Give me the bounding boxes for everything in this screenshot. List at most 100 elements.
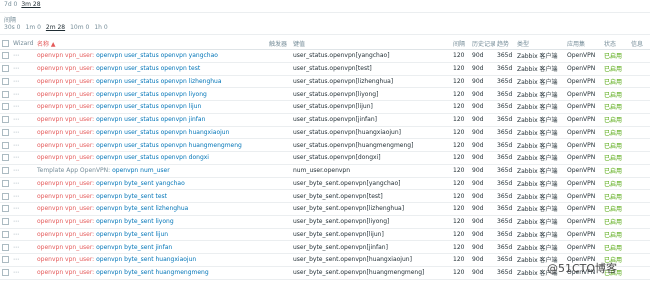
row-menu-button[interactable]: ⋯ (11, 189, 35, 203)
item-name-link[interactable]: openvpn byte_sent lizhenghua (96, 205, 188, 212)
item-name-link[interactable]: openvpn byte_sent yangchao (96, 180, 185, 187)
status-enabled[interactable]: 已启用 (604, 181, 622, 188)
row-menu-button[interactable]: ⋯ (11, 151, 35, 165)
item-name-link[interactable]: openvpn user_status openvpn liyong (96, 91, 207, 98)
status-enabled[interactable]: 已启用 (604, 92, 622, 99)
item-host-link[interactable]: openvpn vpn_user: (37, 154, 94, 161)
filter-option[interactable]: 2m 28 (46, 24, 65, 31)
item-status-link[interactable]: 已启用 (602, 215, 629, 229)
row-checkbox[interactable] (0, 62, 11, 76)
item-status-link[interactable]: 已启用 (602, 62, 629, 76)
row-menu-button[interactable]: ⋯ (11, 202, 35, 216)
item-host-link[interactable]: openvpn vpn_user: (37, 142, 94, 149)
column-history[interactable]: 历史记录 (470, 38, 495, 50)
item-host-link[interactable]: openvpn vpn_user: (37, 269, 94, 276)
status-enabled[interactable]: 已启用 (604, 232, 622, 239)
item-host-link[interactable]: openvpn vpn_user: (37, 65, 94, 72)
item-status-link[interactable]: 已启用 (602, 113, 629, 127)
item-name-link[interactable]: openvpn byte_sent huangmengmeng (96, 269, 209, 276)
row-menu-button[interactable]: ⋯ (11, 138, 35, 152)
item-name-link[interactable]: openvpn user_status openvpn huangxiaojun (96, 129, 229, 136)
item-host-link[interactable]: openvpn vpn_user: (37, 78, 94, 85)
item-status-link[interactable]: 已启用 (602, 138, 629, 152)
row-menu-button[interactable]: ⋯ (11, 177, 35, 191)
filter-option[interactable]: 1m 0 (26, 24, 41, 31)
item-name-link[interactable]: openvpn user_status openvpn lizhenghua (96, 78, 221, 85)
status-enabled[interactable]: 已启用 (604, 117, 622, 124)
column-type[interactable]: 类型 (515, 38, 565, 50)
item-name-link[interactable]: openvpn byte_sent jinfan (96, 244, 172, 251)
column-triggers[interactable]: 触发器 (267, 38, 291, 50)
status-enabled[interactable]: 已启用 (604, 194, 622, 201)
status-enabled[interactable]: 已启用 (604, 66, 622, 73)
row-checkbox[interactable] (0, 177, 11, 191)
item-host-link[interactable]: openvpn vpn_user: (37, 205, 94, 212)
status-enabled[interactable]: 已启用 (604, 206, 622, 213)
row-checkbox[interactable] (0, 164, 11, 178)
row-menu-button[interactable]: ⋯ (11, 253, 35, 267)
item-host-link[interactable]: openvpn vpn_user: (37, 218, 94, 225)
row-menu-button[interactable]: ⋯ (11, 100, 35, 114)
filter-option[interactable]: 1h 0 (94, 24, 107, 31)
status-enabled[interactable]: 已启用 (604, 168, 622, 175)
status-enabled[interactable]: 已启用 (604, 79, 622, 86)
row-checkbox[interactable] (0, 87, 11, 101)
item-status-link[interactable]: 已启用 (602, 151, 629, 165)
row-checkbox[interactable] (0, 49, 11, 63)
select-all-checkbox[interactable] (0, 38, 11, 50)
row-menu-button[interactable]: ⋯ (11, 113, 35, 127)
item-status-link[interactable]: 已启用 (602, 189, 629, 203)
row-checkbox[interactable] (0, 202, 11, 216)
column-trends[interactable]: 趋势 (495, 38, 515, 50)
row-checkbox[interactable] (0, 240, 11, 254)
column-name[interactable]: 名称 ▲ (35, 38, 267, 50)
item-name-link[interactable]: openvpn user_status openvpn jinfan (96, 116, 205, 123)
status-enabled[interactable]: 已启用 (604, 143, 622, 150)
row-menu-button[interactable]: ⋯ (11, 228, 35, 242)
row-menu-button[interactable]: ⋯ (11, 62, 35, 76)
item-host-link[interactable]: openvpn vpn_user: (37, 52, 94, 59)
row-menu-button[interactable]: ⋯ (11, 266, 35, 280)
column-key[interactable]: 键值 (291, 38, 451, 50)
row-checkbox[interactable] (0, 266, 11, 280)
row-checkbox[interactable] (0, 138, 11, 152)
item-status-link[interactable]: 已启用 (602, 75, 629, 89)
item-host-link[interactable]: Template App OpenVPN: (37, 167, 110, 174)
row-menu-button[interactable]: ⋯ (11, 126, 35, 140)
row-menu-button[interactable]: ⋯ (11, 75, 35, 89)
row-menu-button[interactable]: ⋯ (11, 164, 35, 178)
item-status-link[interactable]: 已启用 (602, 49, 629, 63)
status-enabled[interactable]: 已启用 (604, 219, 622, 226)
row-menu-button[interactable]: ⋯ (11, 87, 35, 101)
status-enabled[interactable]: 已启用 (604, 53, 622, 60)
row-checkbox[interactable] (0, 253, 11, 267)
status-enabled[interactable]: 已启用 (604, 155, 622, 162)
item-name-link[interactable]: openvpn byte_sent test (96, 193, 167, 200)
item-status-link[interactable]: 已启用 (602, 126, 629, 140)
item-host-link[interactable]: openvpn vpn_user: (37, 231, 94, 238)
item-status-link[interactable]: 已启用 (602, 100, 629, 114)
item-status-link[interactable]: 已启用 (602, 228, 629, 242)
column-status[interactable]: 状态 (602, 38, 629, 50)
item-name-link[interactable]: openvpn num_user (112, 167, 170, 174)
row-menu-button[interactable]: ⋯ (11, 49, 35, 63)
item-host-link[interactable]: openvpn vpn_user: (37, 91, 94, 98)
row-checkbox[interactable] (0, 228, 11, 242)
filter-option[interactable]: 30s 0 (4, 24, 21, 31)
row-checkbox[interactable] (0, 215, 11, 229)
row-checkbox[interactable] (0, 113, 11, 127)
filter-option[interactable]: 7d 0 (4, 1, 17, 8)
row-checkbox[interactable] (0, 75, 11, 89)
item-status-link[interactable]: 已启用 (602, 240, 629, 254)
status-enabled[interactable]: 已启用 (604, 104, 622, 111)
row-menu-button[interactable]: ⋯ (11, 240, 35, 254)
item-name-link[interactable]: openvpn user_status openvpn yangchao (96, 52, 218, 59)
status-enabled[interactable]: 已启用 (604, 245, 622, 252)
item-name-link[interactable]: openvpn user_status openvpn dongxi (96, 154, 209, 161)
item-host-link[interactable]: openvpn vpn_user: (37, 103, 94, 110)
item-status-link[interactable]: 已启用 (602, 202, 629, 216)
status-enabled[interactable]: 已启用 (604, 130, 622, 137)
item-name-link[interactable]: openvpn user_status openvpn huangmengmen… (96, 142, 242, 149)
item-host-link[interactable]: openvpn vpn_user: (37, 129, 94, 136)
item-host-link[interactable]: openvpn vpn_user: (37, 193, 94, 200)
